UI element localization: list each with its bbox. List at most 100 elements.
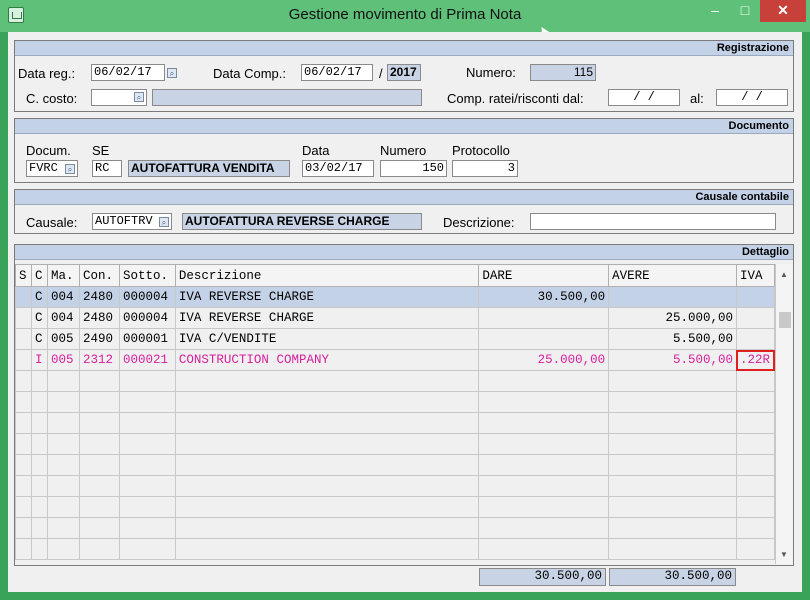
cell-empty[interactable]	[174, 370, 480, 392]
table-row-empty[interactable]	[15, 454, 776, 476]
cell-empty[interactable]	[118, 475, 176, 497]
column-header[interactable]: IVA	[735, 264, 776, 287]
cell-con[interactable]: 2480	[78, 307, 120, 329]
cell-desc[interactable]: IVA REVERSE CHARGE	[174, 286, 480, 308]
cell-empty[interactable]	[15, 412, 32, 434]
cell-empty[interactable]	[78, 391, 120, 413]
cell-empty[interactable]	[30, 496, 48, 518]
cell-empty[interactable]	[735, 433, 776, 455]
cell-empty[interactable]	[118, 412, 176, 434]
cell-dare[interactable]: 30.500,00	[478, 286, 610, 308]
cell-empty[interactable]	[46, 412, 80, 434]
cell-empty[interactable]	[30, 517, 48, 539]
cell-empty[interactable]	[608, 475, 737, 497]
cell-empty[interactable]	[78, 517, 120, 539]
cell-empty[interactable]	[735, 517, 776, 539]
cell-empty[interactable]	[735, 454, 776, 476]
cell-empty[interactable]	[78, 433, 120, 455]
table-row-empty[interactable]	[15, 370, 776, 392]
causale-lookup-icon[interactable]: ⌕	[159, 217, 169, 227]
cell-empty[interactable]	[174, 538, 480, 560]
cell-empty[interactable]	[78, 370, 120, 392]
cell-empty[interactable]	[46, 517, 80, 539]
cell-empty[interactable]	[735, 391, 776, 413]
cell-sotto[interactable]: 000021	[118, 349, 176, 371]
cell-empty[interactable]	[30, 433, 48, 455]
cell-empty[interactable]	[478, 370, 610, 392]
cell-empty[interactable]	[46, 538, 80, 560]
cell-empty[interactable]	[735, 538, 776, 560]
cell-empty[interactable]	[78, 412, 120, 434]
cell-empty[interactable]	[30, 412, 48, 434]
cell-empty[interactable]	[735, 496, 776, 518]
cell-empty[interactable]	[78, 454, 120, 476]
cell-ma[interactable]: 005	[46, 349, 80, 371]
table-row-empty[interactable]	[15, 538, 776, 560]
table-row[interactable]: C 005 2490 000001 IVA C/VENDITE 5.500,00	[15, 328, 776, 350]
cell-empty[interactable]	[30, 475, 48, 497]
cell-empty[interactable]	[608, 496, 737, 518]
maximize-button[interactable]: □	[730, 0, 760, 22]
cell-empty[interactable]	[30, 391, 48, 413]
cell-dare[interactable]: 25.000,00	[478, 349, 610, 371]
cell-empty[interactable]	[118, 496, 176, 518]
cell-empty[interactable]	[78, 538, 120, 560]
close-button[interactable]: ✕	[760, 0, 806, 22]
cell-iva[interactable]	[735, 307, 776, 329]
cell-empty[interactable]	[478, 517, 610, 539]
data-comp-input[interactable]: 06/02/17	[301, 64, 373, 81]
data-reg-lookup-icon[interactable]: ⌕	[167, 68, 177, 78]
cell-empty[interactable]	[46, 391, 80, 413]
cell-empty[interactable]	[30, 454, 48, 476]
cell-empty[interactable]	[118, 454, 176, 476]
cell-empty[interactable]	[15, 433, 32, 455]
cell-sotto[interactable]: 000004	[118, 307, 176, 329]
cell-avere[interactable]: 5.500,00	[608, 328, 737, 350]
cell-avere[interactable]	[608, 286, 737, 308]
column-header[interactable]: S	[15, 264, 32, 287]
cell-empty[interactable]	[46, 496, 80, 518]
se-input[interactable]: RC	[92, 160, 122, 177]
table-row-empty[interactable]	[15, 412, 776, 434]
cell-empty[interactable]	[478, 538, 610, 560]
cell-empty[interactable]	[46, 370, 80, 392]
vertical-scrollbar[interactable]: ▲ ▼	[775, 264, 793, 564]
cell-empty[interactable]	[478, 391, 610, 413]
cell-empty[interactable]	[15, 496, 32, 518]
cell-empty[interactable]	[118, 391, 176, 413]
cell-dare[interactable]	[478, 328, 610, 350]
cell-empty[interactable]	[174, 517, 480, 539]
cell-empty[interactable]	[15, 391, 32, 413]
cell-empty[interactable]	[608, 454, 737, 476]
cell-empty[interactable]	[118, 370, 176, 392]
cell-empty[interactable]	[15, 538, 32, 560]
table-row-empty[interactable]	[15, 496, 776, 518]
cell-s[interactable]	[15, 349, 32, 371]
cell-c[interactable]: C	[30, 328, 48, 350]
cell-desc[interactable]: IVA REVERSE CHARGE	[174, 307, 480, 329]
data-doc-input[interactable]: 03/02/17	[302, 160, 374, 177]
cell-empty[interactable]	[174, 433, 480, 455]
column-header[interactable]: Descrizione	[174, 264, 480, 287]
minimize-button[interactable]: –	[700, 0, 730, 22]
cell-empty[interactable]	[30, 370, 48, 392]
cell-s[interactable]	[15, 328, 32, 350]
cell-empty[interactable]	[46, 454, 80, 476]
cell-empty[interactable]	[608, 538, 737, 560]
cell-empty[interactable]	[608, 412, 737, 434]
cell-empty[interactable]	[735, 412, 776, 434]
cell-ma[interactable]: 004	[46, 307, 80, 329]
c-costo-lookup-icon[interactable]: ⌕	[134, 92, 144, 102]
table-row-empty[interactable]	[15, 391, 776, 413]
cell-empty[interactable]	[174, 475, 480, 497]
data-reg-input[interactable]: 06/02/17	[91, 64, 165, 81]
column-header[interactable]: DARE	[478, 264, 610, 287]
cell-empty[interactable]	[46, 433, 80, 455]
cell-empty[interactable]	[478, 454, 610, 476]
cell-s[interactable]	[15, 307, 32, 329]
cell-s[interactable]	[15, 286, 32, 308]
cell-sotto[interactable]: 000001	[118, 328, 176, 350]
cell-avere[interactable]: 25.000,00	[608, 307, 737, 329]
cell-empty[interactable]	[30, 538, 48, 560]
cell-con[interactable]: 2490	[78, 328, 120, 350]
